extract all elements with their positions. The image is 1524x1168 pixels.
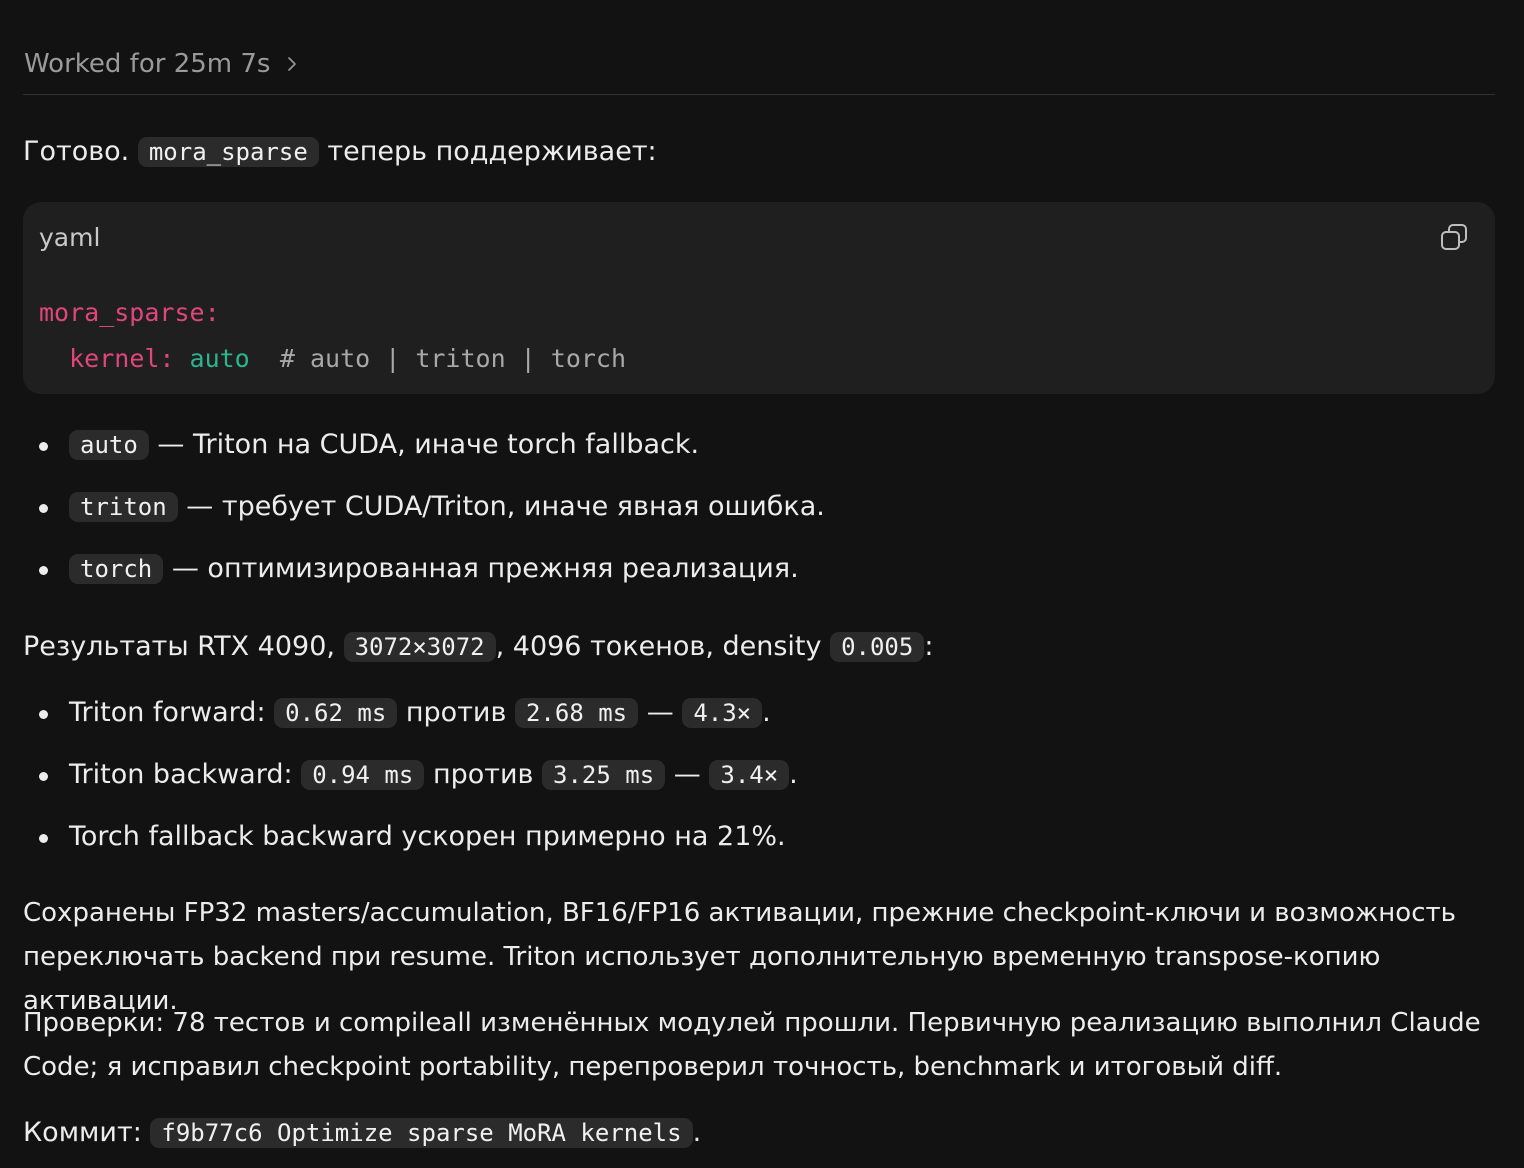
worked-for-label: Worked for 25m 7s bbox=[24, 49, 271, 79]
list-item: Triton forward: 0.62 ms против 2.68 ms —… bbox=[23, 691, 798, 753]
list-item-text: — оптимизированная прежняя реализация. bbox=[171, 553, 799, 584]
bench-dash: — bbox=[673, 759, 701, 790]
list-item: auto — Triton на CUDA, иначе torch fallb… bbox=[23, 423, 825, 485]
results-line: Результаты RTX 4090, 3072×3072, 4096 ток… bbox=[23, 625, 933, 669]
copy-icon[interactable] bbox=[1439, 222, 1469, 252]
inline-code: 0.62 ms bbox=[274, 698, 398, 728]
yaml-key: kernel: bbox=[69, 344, 175, 373]
bench-vs: против bbox=[432, 759, 534, 790]
inline-code: 3072×3072 bbox=[343, 632, 496, 662]
inline-code: mora_sparse bbox=[137, 137, 319, 167]
list-item-text: — Triton на CUDA, иначе torch fallback. bbox=[157, 429, 700, 460]
inline-code: 0.005 bbox=[830, 632, 925, 662]
bench-vs: против bbox=[405, 697, 507, 728]
intro-line: Готово. mora_sparse теперь поддерживает: bbox=[23, 130, 657, 174]
bench-label: Triton backward: bbox=[69, 759, 293, 790]
inline-code: auto bbox=[69, 430, 149, 460]
list-item: triton — требует CUDA/Triton, иначе явна… bbox=[23, 485, 825, 547]
commit-code: f9b77c6 Optimize sparse MoRA kernels bbox=[150, 1118, 693, 1148]
code-language-label: yaml bbox=[39, 223, 101, 252]
list-item: Torch fallback backward ускорен примерно… bbox=[23, 815, 798, 877]
chevron-right-icon bbox=[288, 57, 297, 71]
inline-code: 2.68 ms bbox=[514, 698, 639, 728]
bench-end: . bbox=[789, 759, 798, 790]
yaml-value: auto bbox=[189, 344, 250, 373]
inline-code: 3.25 ms bbox=[542, 760, 666, 790]
list-item-text: Torch fallback backward ускорен примерно… bbox=[69, 821, 786, 852]
list-item: torch — оптимизированная прежняя реализа… bbox=[23, 547, 825, 609]
yaml-comment: # auto | triton | torch bbox=[279, 344, 627, 373]
modes-list: auto — Triton на CUDA, иначе torch fallb… bbox=[23, 423, 825, 609]
bench-label: Triton forward: bbox=[69, 697, 266, 728]
bench-end: . bbox=[762, 697, 771, 728]
benchmarks-list: Triton forward: 0.62 ms против 2.68 ms —… bbox=[23, 691, 798, 877]
yaml-key: mora_sparse: bbox=[39, 298, 220, 327]
commit-line: Коммит: f9b77c6 Optimize sparse MoRA ker… bbox=[23, 1111, 701, 1155]
intro-prefix: Готово. bbox=[23, 136, 130, 167]
inline-code: 4.3× bbox=[682, 698, 763, 728]
inline-code: 0.94 ms bbox=[301, 760, 425, 790]
results-suffix: : bbox=[924, 631, 934, 662]
list-item: Triton backward: 0.94 ms против 3.25 ms … bbox=[23, 753, 798, 815]
inline-code: 3.4× bbox=[709, 760, 790, 790]
code-content: mora_sparse: kernel: auto # auto | trito… bbox=[39, 290, 626, 382]
inline-code: triton bbox=[69, 492, 178, 522]
list-item-text: — требует CUDA/Triton, иначе явная ошибк… bbox=[186, 491, 825, 522]
code-block: yaml mora_sparse: kernel: auto # auto | … bbox=[23, 202, 1495, 394]
intro-suffix: теперь поддерживает: bbox=[327, 136, 657, 167]
worked-for-toggle[interactable]: Worked for 25m 7s bbox=[24, 40, 300, 88]
commit-end: . bbox=[692, 1117, 702, 1148]
paragraph-checks: Проверки: 78 тестов и compileall изменён… bbox=[23, 1008, 1481, 1082]
results-middle: , 4096 токенов, density bbox=[495, 631, 822, 662]
results-prefix: Результаты RTX 4090, bbox=[23, 631, 335, 662]
commit-label: Коммит: bbox=[23, 1117, 142, 1148]
bench-dash: — bbox=[646, 697, 674, 728]
inline-code: torch bbox=[69, 554, 164, 584]
divider bbox=[23, 94, 1495, 95]
